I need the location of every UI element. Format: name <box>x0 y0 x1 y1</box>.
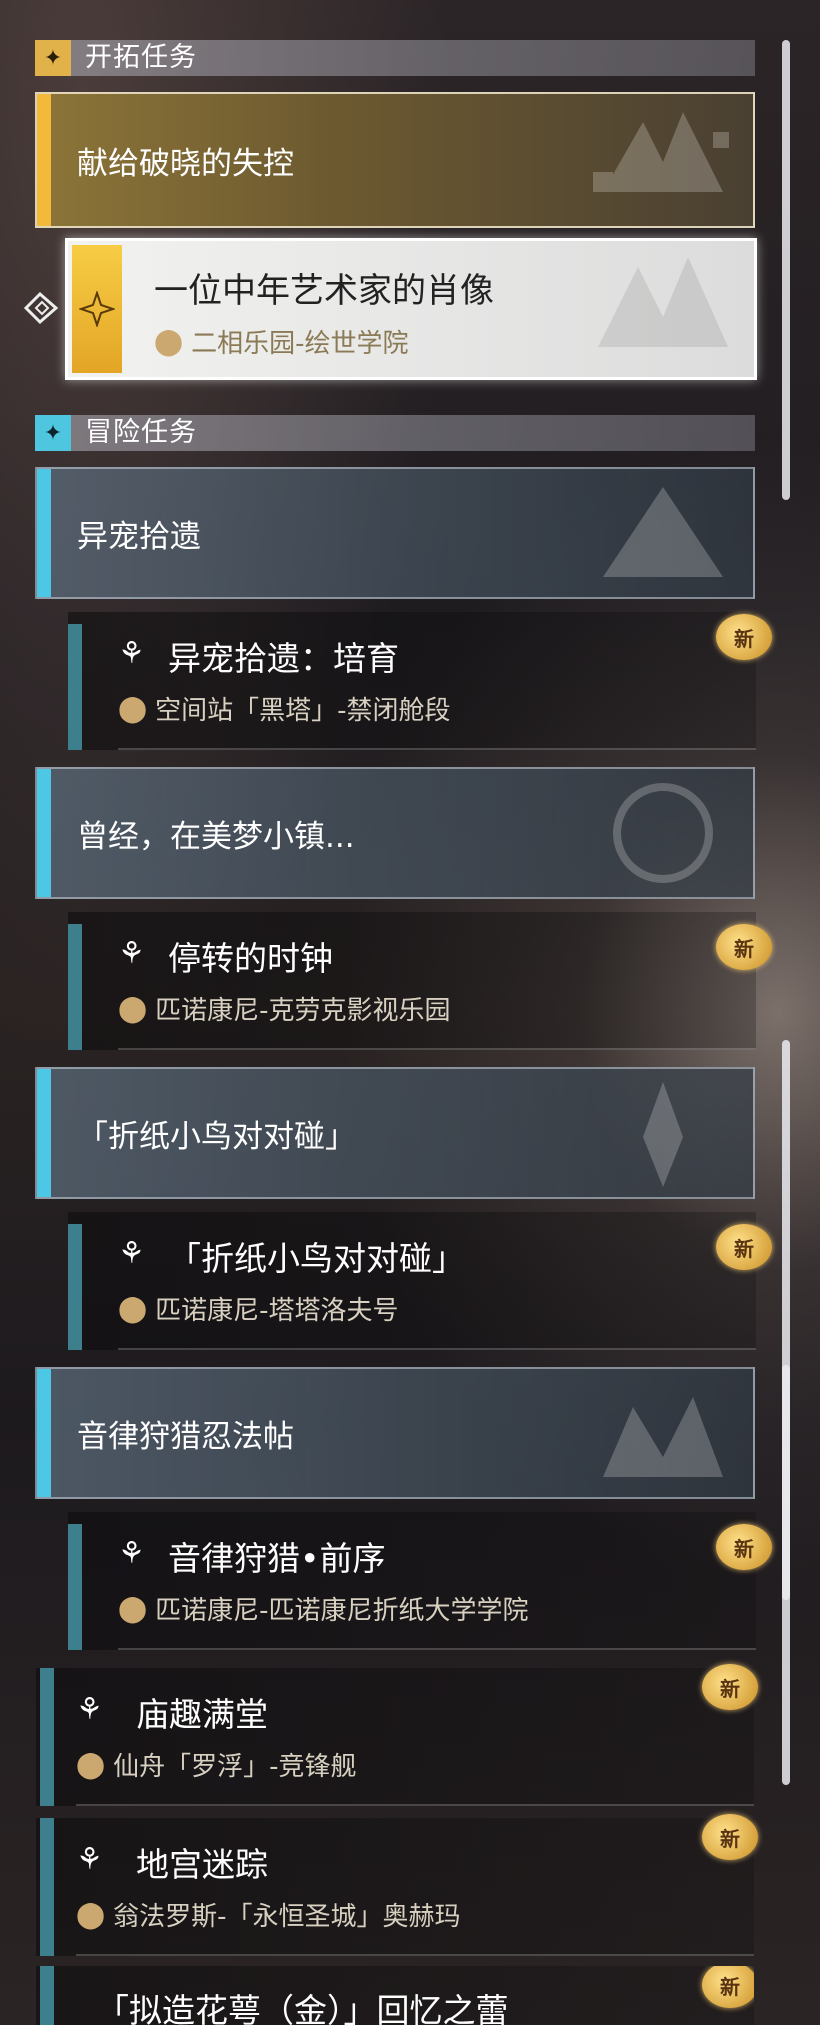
group-name: 音律狩猎忍法帖 <box>77 1418 294 1455</box>
group-accent-bar <box>37 1369 51 1497</box>
quest-location: ⬤ 匹诺康尼-克劳克影视乐园 <box>118 990 451 1027</box>
emblem-deco-icon <box>593 112 729 192</box>
new-badge: 新 <box>702 1664 758 1710</box>
quest-group[interactable]: 曾经，在美梦小镇... <box>35 767 755 899</box>
location-pin-icon: ⬤ <box>76 1749 106 1780</box>
quest-accent-bar <box>68 624 82 750</box>
quest-name: 「折纸小鸟对对碰」 <box>168 1239 465 1278</box>
group-accent-bar <box>37 94 51 226</box>
list-item[interactable]: ⚘ 音律狩猎•前序 ⬤ 匹诺康尼-匹诺康尼折纸大学学院 新 <box>68 1512 772 1650</box>
location-pin-icon: ⬤ <box>76 1899 106 1930</box>
group-name: 异宠拾遗 <box>77 518 201 555</box>
list-item[interactable]: 「拟造花萼（金）」回忆之蕾 新 <box>36 1966 754 2025</box>
new-badge: 新 <box>716 924 772 970</box>
active-trailblaze-quest[interactable]: 一位中年艺术家的肖像 ⬤ 二相乐园-绘世学院 <box>65 238 757 380</box>
location-text: 匹诺康尼-匹诺康尼折纸大学学院 <box>155 1596 529 1626</box>
group-name: 「折纸小鸟对对碰」 <box>77 1118 356 1155</box>
scrollbar[interactable] <box>782 40 790 500</box>
group-name: 献给破晓的失控 <box>77 145 294 182</box>
section-header-trailblaze: ✦ 开拓任务 <box>35 40 755 76</box>
divider <box>76 1804 754 1806</box>
section-title: 开拓任务 <box>85 42 197 73</box>
group-name: 曾经，在美梦小镇... <box>77 818 355 855</box>
quest-name: 地宫迷踪 <box>136 1845 268 1884</box>
adventure-quest-icon: ⚘ <box>118 936 145 971</box>
quest-accent-bar <box>68 924 82 1050</box>
adventure-quest-icon: ⚘ <box>118 636 145 671</box>
new-badge: 新 <box>716 1524 772 1570</box>
trailblaze-quest-icon <box>72 245 122 373</box>
quest-accent-bar <box>68 1524 82 1650</box>
list-item[interactable]: ⚘ 「折纸小鸟对对碰」 ⬤ 匹诺康尼-塔塔洛夫号 新 <box>68 1212 772 1350</box>
quest-location: ⬤ 匹诺康尼-塔塔洛夫号 <box>118 1290 399 1327</box>
quest-accent-bar <box>40 1668 54 1806</box>
emblem-deco-icon <box>598 257 728 347</box>
scrollbar[interactable] <box>782 1365 790 1785</box>
quest-accent-bar <box>40 1818 54 1956</box>
list-item[interactable]: ⚘ 异宠拾遗：培育 ⬤ 空间站「黑塔」-禁闭舱段 新 <box>68 612 772 750</box>
list-item[interactable]: ⚘ 庙趣满堂 ⬤ 仙舟「罗浮」-竞锋舰 新 <box>36 1664 758 1806</box>
quest-name: 异宠拾遗：培育 <box>168 639 399 678</box>
quest-location: ⬤ 二相乐园-绘世学院 <box>154 323 409 360</box>
location-pin-icon: ⬤ <box>118 1593 148 1624</box>
location-text: 匹诺康尼-塔塔洛夫号 <box>155 1296 399 1326</box>
new-badge: 新 <box>702 1966 754 2008</box>
location-pin-icon: ⬤ <box>118 1293 148 1324</box>
quest-name: 停转的时钟 <box>168 939 333 978</box>
quest-group-trailblaze[interactable]: 献给破晓的失控 <box>35 92 755 228</box>
divider <box>76 1954 754 1956</box>
new-badge: 新 <box>702 1814 758 1860</box>
adventure-quest-icon: ⚘ <box>76 1842 103 1877</box>
new-badge: 新 <box>716 614 772 660</box>
quest-location: ⬤ 翁法罗斯-「永恒圣城」奥赫玛 <box>76 1896 461 1933</box>
quest-group[interactable]: 音律狩猎忍法帖 <box>35 1367 755 1499</box>
group-accent-bar <box>37 1069 51 1197</box>
location-text: 二相乐园-绘世学院 <box>191 329 409 359</box>
location-text: 仙舟「罗浮」-竞锋舰 <box>113 1752 357 1782</box>
quest-location: ⬤ 仙舟「罗浮」-竞锋舰 <box>76 1746 357 1783</box>
quest-accent-bar <box>68 1224 82 1350</box>
location-text: 翁法罗斯-「永恒圣城」奥赫玛 <box>113 1902 461 1932</box>
divider <box>118 1348 756 1350</box>
star-compass-icon: ✦ <box>35 415 71 451</box>
quest-name: 一位中年艺术家的肖像 <box>154 271 494 311</box>
location-text: 匹诺康尼-克劳克影视乐园 <box>155 996 451 1026</box>
emblem-deco-icon <box>603 1397 723 1477</box>
emblem-deco-icon <box>603 487 723 577</box>
location-pin-icon: ⬤ <box>118 993 148 1024</box>
emblem-deco-icon <box>613 783 713 883</box>
divider <box>118 1648 756 1650</box>
adventure-quest-icon: ⚘ <box>118 1236 145 1271</box>
section-header-adventure: ✦ 冒险任务 <box>35 415 755 451</box>
quest-name: 「拟造花萼（金）」回忆之蕾 <box>96 1991 509 2025</box>
section-title: 冒险任务 <box>85 417 197 448</box>
quest-location: ⬤ 空间站「黑塔」-禁闭舱段 <box>118 690 451 727</box>
quest-name: 庙趣满堂 <box>136 1695 268 1734</box>
group-accent-bar <box>37 469 51 597</box>
quest-accent-bar <box>40 1966 54 2025</box>
list-item[interactable]: ⚘ 地宫迷踪 ⬤ 翁法罗斯-「永恒圣城」奥赫玛 新 <box>36 1814 758 1956</box>
location-text: 空间站「黑塔」-禁闭舱段 <box>155 696 451 726</box>
quest-group[interactable]: 异宠拾遗 <box>35 467 755 599</box>
divider <box>118 748 756 750</box>
location-pin-icon: ⬤ <box>154 326 184 357</box>
group-accent-bar <box>37 769 51 897</box>
quest-group[interactable]: 「折纸小鸟对对碰」 <box>35 1067 755 1199</box>
quest-location: ⬤ 匹诺康尼-匹诺康尼折纸大学学院 <box>118 1590 529 1627</box>
adventure-quest-icon: ⚘ <box>118 1536 145 1571</box>
selection-pointer-icon <box>23 290 60 326</box>
list-item[interactable]: ⚘ 停转的时钟 ⬤ 匹诺康尼-克劳克影视乐园 新 <box>68 912 772 1050</box>
emblem-deco-icon <box>643 1082 683 1187</box>
new-badge: 新 <box>716 1224 772 1270</box>
adventure-quest-icon: ⚘ <box>76 1692 103 1727</box>
divider <box>118 1048 756 1050</box>
star-emblem-icon: ✦ <box>35 40 71 76</box>
location-pin-icon: ⬤ <box>118 693 148 724</box>
quest-name: 音律狩猎•前序 <box>168 1539 386 1578</box>
